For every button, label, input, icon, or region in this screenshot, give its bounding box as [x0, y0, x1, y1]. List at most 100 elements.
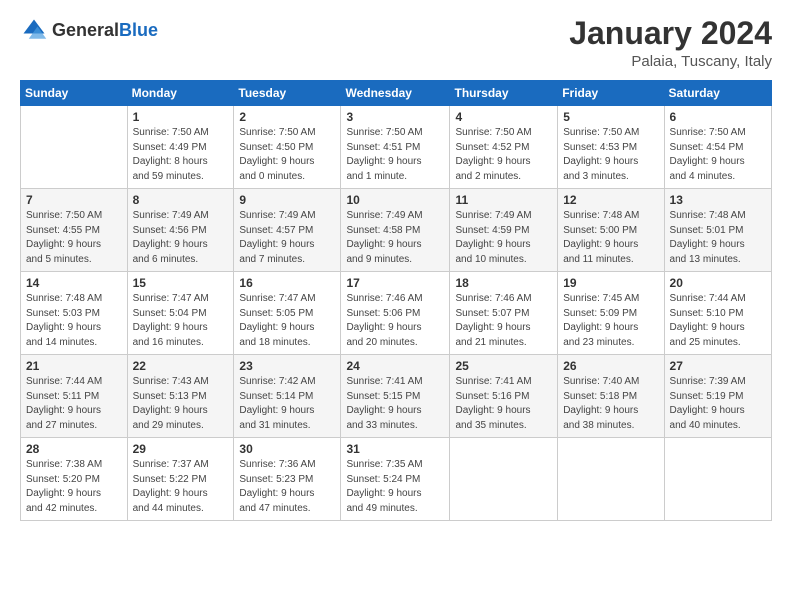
day-info: Sunrise: 7:46 AM Sunset: 5:07 PM Dayligh…	[455, 292, 552, 350]
day-info: Sunrise: 7:49 AM Sunset: 4:59 PM Dayligh…	[455, 209, 552, 267]
calendar-week-row: 21 Sunrise: 7:44 AM Sunset: 5:11 PM Dayli…	[21, 355, 772, 438]
day-number: 10	[346, 193, 444, 207]
day-info: Sunrise: 7:38 AM Sunset: 5:20 PM Dayligh…	[26, 458, 122, 516]
day-number: 15	[133, 276, 229, 290]
day-info: Sunrise: 7:44 AM Sunset: 5:11 PM Dayligh…	[26, 375, 122, 433]
day-number: 8	[133, 193, 229, 207]
day-info: Sunrise: 7:50 AM Sunset: 4:49 PM Dayligh…	[133, 126, 229, 184]
day-number: 13	[670, 193, 766, 207]
calendar-day-header: Monday	[127, 81, 234, 106]
day-number: 11	[455, 193, 552, 207]
day-number: 2	[239, 110, 335, 124]
calendar-day-header: Tuesday	[234, 81, 341, 106]
calendar-cell: 8Sunrise: 7:49 AM Sunset: 4:56 PM Daylig…	[127, 189, 234, 272]
calendar-day-header: Friday	[558, 81, 664, 106]
calendar-cell: 11 Sunrise: 7:49 AM Sunset: 4:59 PM Dayli…	[450, 189, 558, 272]
calendar-week-row: 28 Sunrise: 7:38 AM Sunset: 5:20 PM Dayli…	[21, 438, 772, 521]
day-info: Sunrise: 7:46 AM Sunset: 5:06 PM Dayligh…	[346, 292, 444, 350]
calendar-cell: 18 Sunrise: 7:46 AM Sunset: 5:07 PM Dayli…	[450, 272, 558, 355]
day-info: Sunrise: 7:36 AM Sunset: 5:23 PM Dayligh…	[239, 458, 335, 516]
day-number: 4	[455, 110, 552, 124]
calendar-cell: 31 Sunrise: 7:35 AM Sunset: 5:24 PM Dayli…	[341, 438, 450, 521]
calendar-cell: 2 Sunrise: 7:50 AM Sunset: 4:50 PM Daylig…	[234, 106, 341, 189]
day-info: Sunrise: 7:37 AM Sunset: 5:22 PM Dayligh…	[133, 458, 229, 516]
day-number: 29	[133, 442, 229, 456]
day-info: Sunrise: 7:50 AM Sunset: 4:55 PM Dayligh…	[26, 209, 122, 267]
day-number: 28	[26, 442, 122, 456]
day-number: 9	[239, 193, 335, 207]
day-number: 16	[239, 276, 335, 290]
day-number: 14	[26, 276, 122, 290]
calendar-cell: 10 Sunrise: 7:49 AM Sunset: 4:58 PM Dayli…	[341, 189, 450, 272]
day-number: 21	[26, 359, 122, 373]
calendar-cell: 28 Sunrise: 7:38 AM Sunset: 5:20 PM Dayli…	[21, 438, 128, 521]
day-number: 27	[670, 359, 766, 373]
calendar-cell: 27 Sunrise: 7:39 AM Sunset: 5:19 PM Dayli…	[664, 355, 771, 438]
day-info: Sunrise: 7:50 AM Sunset: 4:54 PM Dayligh…	[670, 126, 766, 184]
logo-text: GeneralBlue	[52, 20, 158, 41]
day-number: 23	[239, 359, 335, 373]
calendar-cell: 29 Sunrise: 7:37 AM Sunset: 5:22 PM Dayli…	[127, 438, 234, 521]
day-info: Sunrise: 7:48 AM Sunset: 5:03 PM Dayligh…	[26, 292, 122, 350]
calendar-day-header: Thursday	[450, 81, 558, 106]
day-info: Sunrise: 7:35 AM Sunset: 5:24 PM Dayligh…	[346, 458, 444, 516]
day-number: 17	[346, 276, 444, 290]
calendar-day-header: Wednesday	[341, 81, 450, 106]
logo-blue: Blue	[119, 20, 158, 40]
day-number: 12	[563, 193, 658, 207]
calendar-cell	[664, 438, 771, 521]
calendar-cell: 9 Sunrise: 7:49 AM Sunset: 4:57 PM Daylig…	[234, 189, 341, 272]
day-info: Sunrise: 7:49 AM Sunset: 4:57 PM Dayligh…	[239, 209, 335, 267]
calendar-cell: 17 Sunrise: 7:46 AM Sunset: 5:06 PM Dayli…	[341, 272, 450, 355]
calendar-cell: 5Sunrise: 7:50 AM Sunset: 4:53 PM Daylig…	[558, 106, 664, 189]
day-number: 24	[346, 359, 444, 373]
logo-general: General	[52, 20, 119, 40]
calendar-cell: 19 Sunrise: 7:45 AM Sunset: 5:09 PM Dayli…	[558, 272, 664, 355]
day-info: Sunrise: 7:39 AM Sunset: 5:19 PM Dayligh…	[670, 375, 766, 433]
calendar-cell: 26Sunrise: 7:40 AM Sunset: 5:18 PM Dayli…	[558, 355, 664, 438]
day-number: 31	[346, 442, 444, 456]
calendar-cell: 1 Sunrise: 7:50 AM Sunset: 4:49 PM Daylig…	[127, 106, 234, 189]
day-number: 6	[670, 110, 766, 124]
day-info: Sunrise: 7:41 AM Sunset: 5:16 PM Dayligh…	[455, 375, 552, 433]
title-block: January 2024 Palaia, Tuscany, Italy	[569, 16, 772, 70]
day-info: Sunrise: 7:48 AM Sunset: 5:01 PM Dayligh…	[670, 209, 766, 267]
calendar-cell: 13 Sunrise: 7:48 AM Sunset: 5:01 PM Dayli…	[664, 189, 771, 272]
calendar-week-row: 14 Sunrise: 7:48 AM Sunset: 5:03 PM Dayli…	[21, 272, 772, 355]
calendar-cell: 14 Sunrise: 7:48 AM Sunset: 5:03 PM Dayli…	[21, 272, 128, 355]
logo: GeneralBlue	[20, 16, 158, 44]
calendar-day-header: Sunday	[21, 81, 128, 106]
calendar-cell: 15Sunrise: 7:47 AM Sunset: 5:04 PM Dayli…	[127, 272, 234, 355]
header: GeneralBlue January 2024 Palaia, Tuscany…	[20, 16, 772, 70]
day-number: 5	[563, 110, 658, 124]
calendar-table: SundayMondayTuesdayWednesdayThursdayFrid…	[20, 80, 772, 521]
day-info: Sunrise: 7:49 AM Sunset: 4:58 PM Dayligh…	[346, 209, 444, 267]
day-info: Sunrise: 7:41 AM Sunset: 5:15 PM Dayligh…	[346, 375, 444, 433]
calendar-cell: 16Sunrise: 7:47 AM Sunset: 5:05 PM Dayli…	[234, 272, 341, 355]
day-number: 19	[563, 276, 658, 290]
calendar-cell: 6 Sunrise: 7:50 AM Sunset: 4:54 PM Daylig…	[664, 106, 771, 189]
calendar-cell: 4 Sunrise: 7:50 AM Sunset: 4:52 PM Daylig…	[450, 106, 558, 189]
day-info: Sunrise: 7:43 AM Sunset: 5:13 PM Dayligh…	[133, 375, 229, 433]
day-info: Sunrise: 7:50 AM Sunset: 4:51 PM Dayligh…	[346, 126, 444, 184]
calendar-week-row: 1 Sunrise: 7:50 AM Sunset: 4:49 PM Daylig…	[21, 106, 772, 189]
day-info: Sunrise: 7:45 AM Sunset: 5:09 PM Dayligh…	[563, 292, 658, 350]
calendar-cell	[21, 106, 128, 189]
day-info: Sunrise: 7:48 AM Sunset: 5:00 PM Dayligh…	[563, 209, 658, 267]
day-number: 1	[133, 110, 229, 124]
calendar-cell: 30 Sunrise: 7:36 AM Sunset: 5:23 PM Dayli…	[234, 438, 341, 521]
day-info: Sunrise: 7:42 AM Sunset: 5:14 PM Dayligh…	[239, 375, 335, 433]
main-title: January 2024	[569, 16, 772, 51]
day-info: Sunrise: 7:50 AM Sunset: 4:50 PM Dayligh…	[239, 126, 335, 184]
day-number: 30	[239, 442, 335, 456]
day-info: Sunrise: 7:40 AM Sunset: 5:18 PM Dayligh…	[563, 375, 658, 433]
day-number: 25	[455, 359, 552, 373]
day-number: 18	[455, 276, 552, 290]
calendar-cell: 23 Sunrise: 7:42 AM Sunset: 5:14 PM Dayli…	[234, 355, 341, 438]
calendar-cell	[450, 438, 558, 521]
day-info: Sunrise: 7:50 AM Sunset: 4:52 PM Dayligh…	[455, 126, 552, 184]
day-number: 22	[133, 359, 229, 373]
day-number: 7	[26, 193, 122, 207]
calendar-cell: 25 Sunrise: 7:41 AM Sunset: 5:16 PM Dayli…	[450, 355, 558, 438]
calendar-cell	[558, 438, 664, 521]
